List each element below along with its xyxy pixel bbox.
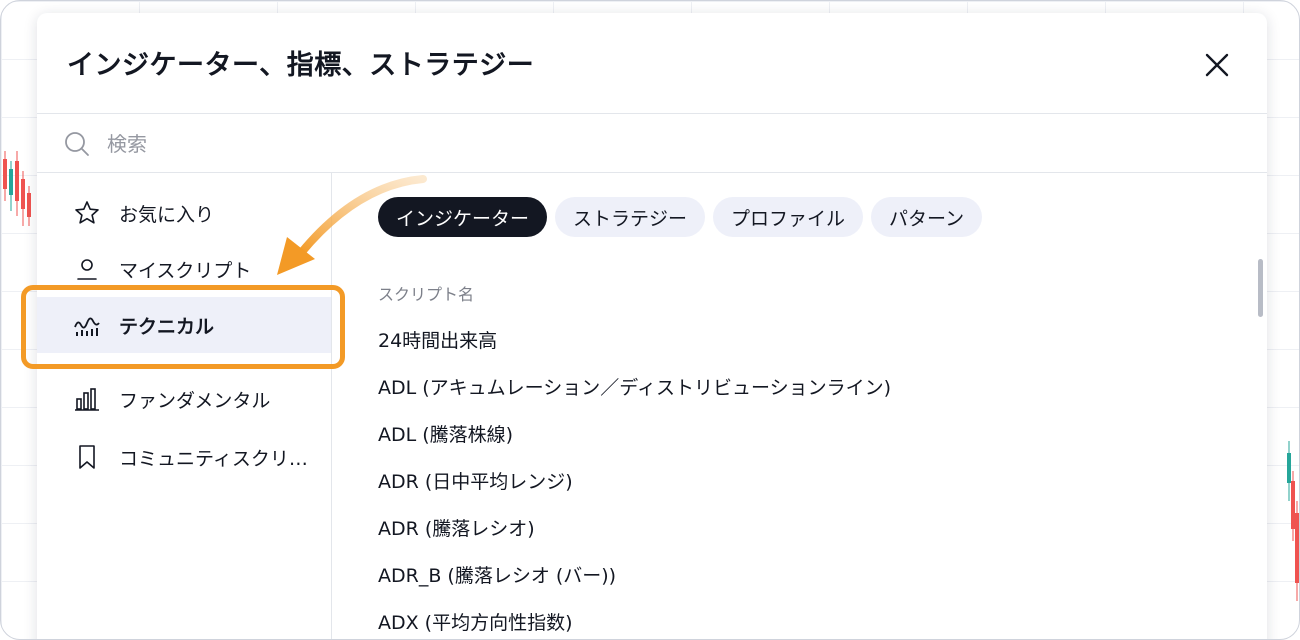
indicators-dialog: インジケーター、指標、ストラテジー お気に入り	[37, 13, 1267, 639]
sidebar-item-label: お気に入り	[119, 203, 215, 226]
list-item[interactable]: ADX (平均方向性指数)	[378, 598, 891, 639]
list-item[interactable]: ADR (日中平均レンジ)	[378, 457, 891, 504]
sidebar-item-label: マイスクリプト	[119, 259, 252, 282]
screenshot-frame: インジケーター、指標、ストラテジー お気に入り	[0, 0, 1300, 640]
column-header-script-name: スクリプト名	[378, 285, 475, 304]
search-icon	[65, 132, 89, 156]
tab-profiles[interactable]: プロファイル	[713, 197, 864, 237]
sidebar-item-my-scripts[interactable]: マイスクリプト	[37, 241, 331, 297]
scrollbar-thumb[interactable]	[1258, 259, 1263, 317]
list-item[interactable]: ADR (騰落レシオ)	[378, 504, 891, 551]
tab-strategies[interactable]: ストラテジー	[555, 197, 706, 237]
chart-wave-icon	[74, 317, 100, 336]
script-type-tabs: インジケーター ストラテジー プロファイル パターン	[378, 197, 983, 237]
user-icon	[77, 259, 97, 280]
sidebar-item-community-scripts[interactable]: コミュニティスクリ…	[37, 429, 331, 485]
list-item[interactable]: ADL (騰落株線)	[378, 410, 891, 457]
bookmark-icon	[79, 445, 95, 469]
category-sidebar: お気に入り マイスクリプト テクニカル ファンダメンタル コミュニティスクリ…	[37, 173, 332, 639]
candlesticks-right	[1287, 441, 1299, 601]
script-list: 24時間出来高 ADL (アキュムレーション／ディストリビューションライン) A…	[378, 316, 891, 639]
close-icon[interactable]	[1203, 51, 1231, 79]
list-item[interactable]: ADR_B (騰落レシオ (バー))	[378, 551, 891, 598]
script-list-panel: インジケーター ストラテジー プロファイル パターン スクリプト名 24時間出来…	[332, 173, 1267, 639]
list-item[interactable]: 24時間出来高	[378, 316, 891, 363]
candlesticks-left	[3, 151, 31, 226]
search-bar	[37, 114, 1267, 173]
background-chart-left	[3, 151, 31, 226]
search-input[interactable]	[105, 126, 709, 162]
star-icon	[75, 201, 99, 224]
tab-indicators[interactable]: インジケーター	[378, 197, 548, 237]
list-item[interactable]: ADL (アキュムレーション／ディストリビューションライン)	[378, 363, 891, 410]
sidebar-item-fundamental[interactable]: ファンダメンタル	[37, 371, 331, 427]
bar-chart-icon	[75, 388, 99, 411]
sidebar-item-technical[interactable]: テクニカル	[37, 297, 331, 353]
dialog-header: インジケーター、指標、ストラテジー	[37, 13, 1267, 114]
tab-patterns[interactable]: パターン	[871, 197, 983, 237]
dialog-title: インジケーター、指標、ストラテジー	[67, 50, 535, 81]
sidebar-item-label: コミュニティスクリ…	[119, 447, 308, 470]
sidebar-item-label: テクニカル	[119, 315, 215, 338]
sidebar-item-label: ファンダメンタル	[119, 389, 271, 412]
sidebar-item-favorites[interactable]: お気に入り	[37, 185, 331, 241]
